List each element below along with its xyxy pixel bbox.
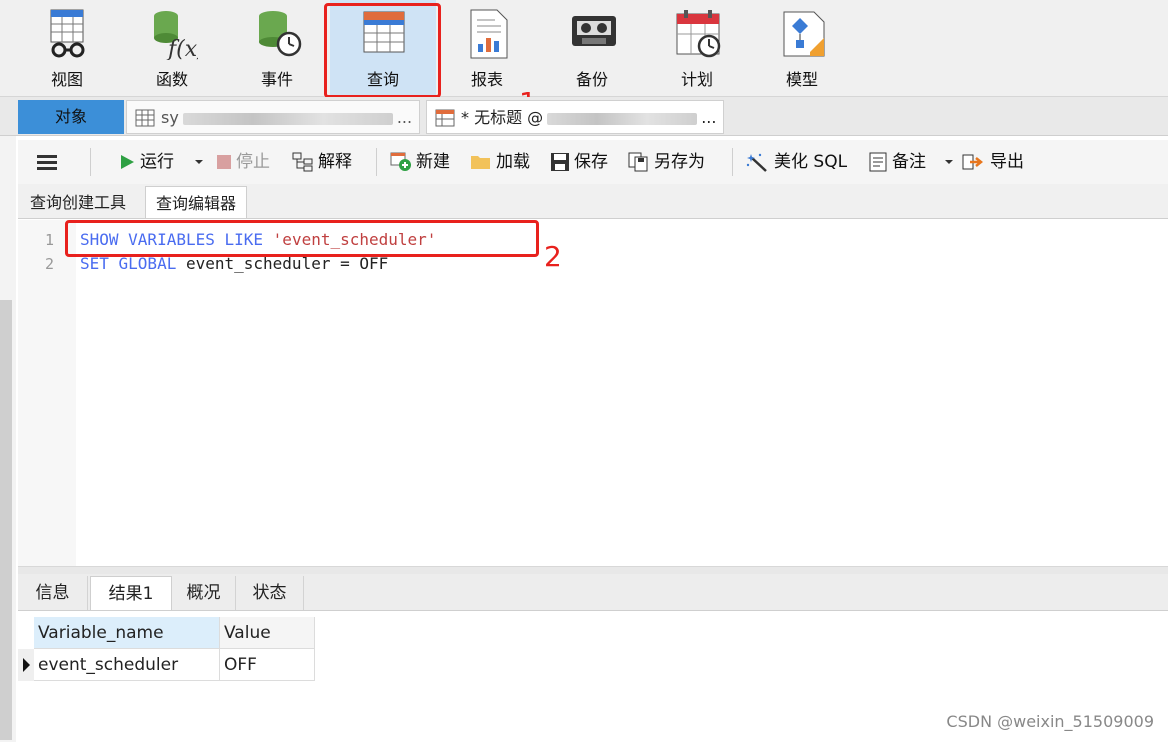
comment-dropdown[interactable] xyxy=(944,140,958,184)
save-button[interactable]: 保存 xyxy=(550,140,608,184)
export-icon xyxy=(962,154,984,170)
toolbar-separator xyxy=(732,148,733,176)
tab-query-label: * 无标题 @ xyxy=(461,108,544,127)
backup-icon xyxy=(572,16,616,46)
editor-mode-tabs: 查询创建工具 查询编辑器 xyxy=(18,184,1168,219)
view-icon xyxy=(50,9,85,58)
beautify-sql-label: 美化 SQL xyxy=(774,152,848,172)
save-as-icon xyxy=(628,152,648,172)
model-button[interactable]: 模型 xyxy=(752,0,852,96)
view-button[interactable]: 视图 xyxy=(17,0,117,96)
svg-text:f(x): f(x) xyxy=(166,37,198,60)
query-icon-small xyxy=(435,109,455,127)
schedule-label: 计划 xyxy=(680,70,713,89)
backup-label: 备份 xyxy=(575,70,608,89)
annotation-marker-2: 2 xyxy=(544,240,562,273)
new-query-icon xyxy=(390,152,411,171)
event-button[interactable]: 事件 xyxy=(227,0,327,96)
tab-objects[interactable]: 对象 xyxy=(18,100,124,134)
comment-button[interactable]: 备注 xyxy=(868,140,926,184)
left-panel-scrollbar[interactable] xyxy=(0,300,12,740)
comment-label: 备注 xyxy=(892,152,926,172)
report-button[interactable]: 报表 xyxy=(437,0,537,96)
highlight-query-button xyxy=(324,3,441,98)
new-label: 新建 xyxy=(416,152,450,172)
function-button[interactable]: f(x) 函数 xyxy=(122,0,222,96)
table-cell[interactable]: OFF xyxy=(220,649,315,681)
tab-table-ellipsis: ... xyxy=(396,108,413,127)
explain-button[interactable]: 解释 xyxy=(292,140,352,184)
run-dropdown[interactable] xyxy=(194,140,208,184)
beautify-sql-button[interactable]: 美化 SQL xyxy=(746,140,847,184)
tab-query-editor[interactable]: 查询编辑器 xyxy=(145,186,248,218)
toolbar-separator xyxy=(376,148,377,176)
load-label: 加载 xyxy=(496,152,530,172)
table-cell[interactable]: event_scheduler xyxy=(34,649,220,681)
menu-button[interactable] xyxy=(36,140,62,184)
save-label: 保存 xyxy=(574,152,608,172)
magic-wand-icon xyxy=(746,153,767,172)
main-ribbon: 视图 f(x) 函数 事件 查询 xyxy=(0,0,1168,97)
stop-icon xyxy=(217,155,231,169)
stop-button[interactable]: 停止 xyxy=(216,140,270,184)
report-icon xyxy=(470,9,508,59)
tab-query-untitled[interactable]: * 无标题 @... xyxy=(426,100,724,134)
line-number: 1 xyxy=(44,231,54,249)
save-as-label: 另存为 xyxy=(654,152,705,172)
event-icon xyxy=(259,11,302,57)
export-button[interactable]: 导出 xyxy=(962,140,1024,184)
column-header[interactable]: Value xyxy=(220,617,315,649)
model-label: 模型 xyxy=(785,70,818,89)
hamburger-menu-icon xyxy=(37,155,57,170)
function-label: 函数 xyxy=(155,70,188,89)
run-label: 运行 xyxy=(140,152,174,172)
new-button[interactable]: 新建 xyxy=(390,140,450,184)
view-label: 视图 xyxy=(50,70,83,89)
save-icon xyxy=(551,153,569,171)
caret-down-icon xyxy=(945,160,953,164)
run-button[interactable]: 运行 xyxy=(118,140,174,184)
highlight-code-line-1 xyxy=(65,220,539,257)
watermark: CSDN @weixin_51509009 xyxy=(946,712,1154,731)
toolbar-separator xyxy=(90,148,91,176)
line-number: 2 xyxy=(44,255,54,273)
folder-icon xyxy=(471,156,490,169)
tab-overview[interactable]: 概况 xyxy=(172,576,236,610)
row-indicator[interactable] xyxy=(18,649,34,681)
export-label: 导出 xyxy=(990,152,1024,172)
function-icon: f(x) xyxy=(154,11,198,60)
schedule-button[interactable]: 计划 xyxy=(647,0,747,96)
comment-icon xyxy=(869,152,887,172)
redacted-text xyxy=(547,112,698,125)
caret-down-icon xyxy=(195,160,203,164)
tab-result1[interactable]: 结果1 xyxy=(90,576,172,610)
event-label: 事件 xyxy=(260,70,293,89)
load-button[interactable]: 加载 xyxy=(470,140,530,184)
document-tabs: 对象 sy... * 无标题 @... xyxy=(0,97,1168,136)
tab-status[interactable]: 状态 xyxy=(236,576,304,610)
tab-table-label: sy xyxy=(161,108,179,127)
current-row-arrow-icon xyxy=(23,658,30,672)
query-toolbar: 运行 停止 解释 新建 加载 保存 另存为 美化 SQL 备注 导出 xyxy=(18,140,1168,184)
column-header[interactable]: Variable_name xyxy=(34,617,220,649)
save-as-button[interactable]: 另存为 xyxy=(628,140,705,184)
redacted-text xyxy=(182,112,393,125)
explain-label: 解释 xyxy=(318,152,352,172)
schedule-icon xyxy=(676,10,721,58)
table-icon xyxy=(135,109,155,127)
tab-query-ellipsis: ... xyxy=(701,108,717,127)
tab-query-builder[interactable]: 查询创建工具 xyxy=(20,186,136,218)
model-icon xyxy=(783,11,825,57)
tab-info[interactable]: 信息 xyxy=(18,576,88,610)
stop-label: 停止 xyxy=(236,152,270,172)
result-tabs: 信息 结果1 概况 状态 xyxy=(18,574,1168,611)
tab-table[interactable]: sy... xyxy=(126,100,420,134)
explain-icon xyxy=(292,152,313,172)
play-icon xyxy=(121,155,134,169)
backup-button[interactable]: 备份 xyxy=(542,0,642,96)
